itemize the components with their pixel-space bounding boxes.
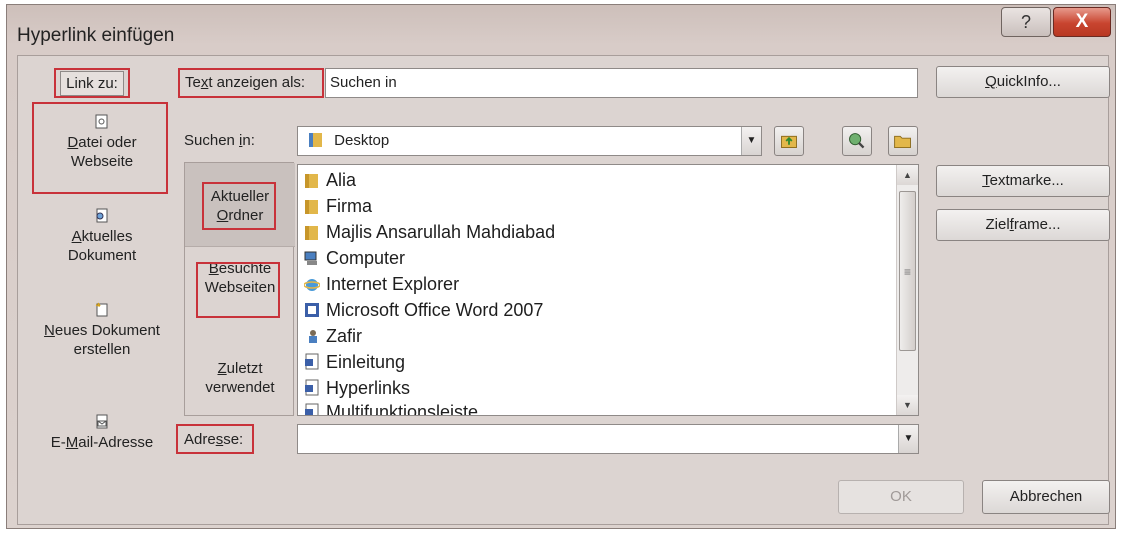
list-item[interactable]: Multifunktionsleiste <box>304 399 478 415</box>
ok-button[interactable]: OK <box>838 480 964 514</box>
list-item[interactable]: Einleitung <box>304 349 405 375</box>
file-list[interactable]: Alia Firma Majlis Ansarullah Mahdiabad C… <box>297 164 919 416</box>
look-in-dropdown[interactable]: Desktop ▼ <box>297 126 762 156</box>
nav-email-address[interactable]: E-Mail-Adresse <box>32 414 172 452</box>
user-shortcut-icon <box>309 330 317 343</box>
list-item[interactable]: Microsoft Office Word 2007 <box>304 297 543 323</box>
open-folder-icon <box>894 135 911 148</box>
internet-explorer-icon <box>304 279 320 291</box>
list-item[interactable]: Firma <box>304 193 372 219</box>
folder-icon <box>305 174 318 188</box>
word-document-icon <box>305 353 319 370</box>
close-button[interactable]: X <box>1053 7 1111 37</box>
word-icon <box>305 303 319 317</box>
up-one-level-button[interactable] <box>774 126 804 156</box>
list-item[interactable]: Alia <box>304 167 356 193</box>
look-in-value: Desktop <box>334 132 390 149</box>
scroll-up-icon[interactable]: ▲ <box>897 165 918 185</box>
vertical-scrollbar[interactable]: ▲ ≡ ▼ <box>896 165 918 415</box>
scrollbar-thumb[interactable]: ≡ <box>899 191 916 351</box>
browse-file-button[interactable] <box>888 126 918 156</box>
address-input[interactable]: ▼ <box>297 424 919 454</box>
nav-label: Neues Dokument erstellen <box>44 322 160 358</box>
dialog-title: Hyperlink einfügen <box>17 25 175 46</box>
folder-icon <box>305 200 318 214</box>
scroll-down-icon[interactable]: ▼ <box>897 395 918 415</box>
target-frame-button[interactable]: Zielframe... <box>936 209 1110 241</box>
nav-label: Aktuelles Dokument <box>67 228 137 264</box>
browsed-pages-highlight <box>196 262 280 318</box>
bookmark-button[interactable]: Textmarke... <box>936 165 1110 197</box>
title-bar: Hyperlink einfügen ? X <box>7 5 1115 55</box>
document-icon <box>96 208 108 223</box>
quickinfo-button[interactable]: QuickInfo... <box>936 66 1110 98</box>
word-document-icon <box>305 403 319 415</box>
address-value <box>298 430 302 447</box>
list-item[interactable]: Majlis Ansarullah Mahdiabad <box>304 219 555 245</box>
globe-search-icon <box>849 133 865 149</box>
nav-new-document[interactable]: Neues Dokument erstellen <box>32 302 172 359</box>
list-item[interactable]: Zafir <box>304 323 362 349</box>
nav-file-highlight <box>32 102 168 194</box>
chevron-down-icon[interactable]: ▼ <box>898 425 918 453</box>
browse-web-button[interactable] <box>842 126 872 156</box>
display-text-highlight <box>178 68 324 98</box>
address-highlight <box>176 424 254 454</box>
nav-current-document[interactable]: Aktuelles Dokument <box>32 208 172 265</box>
display-text-input[interactable]: Suchen in <box>325 68 918 98</box>
list-item[interactable]: Internet Explorer <box>304 271 459 297</box>
new-document-icon <box>95 302 108 317</box>
folder-icon <box>305 226 318 240</box>
look-in-label: Suchen in: <box>184 132 255 149</box>
desktop-folder-icon <box>309 133 322 147</box>
computer-icon <box>304 251 317 265</box>
nav-label: E-Mail-Adresse <box>50 434 154 451</box>
list-item[interactable]: Computer <box>304 245 405 271</box>
folder-up-icon <box>781 135 797 148</box>
word-document-icon <box>305 379 319 396</box>
email-icon <box>96 414 108 429</box>
link-to-highlight <box>54 68 130 98</box>
chevron-down-icon[interactable]: ▼ <box>741 127 761 155</box>
place-recent-files[interactable]: Zuletzt verwendet <box>185 359 295 397</box>
current-folder-highlight <box>202 182 276 230</box>
cancel-button[interactable]: Abbrechen <box>982 480 1110 514</box>
help-button[interactable]: ? <box>1001 7 1051 37</box>
list-item[interactable]: Hyperlinks <box>304 375 410 401</box>
